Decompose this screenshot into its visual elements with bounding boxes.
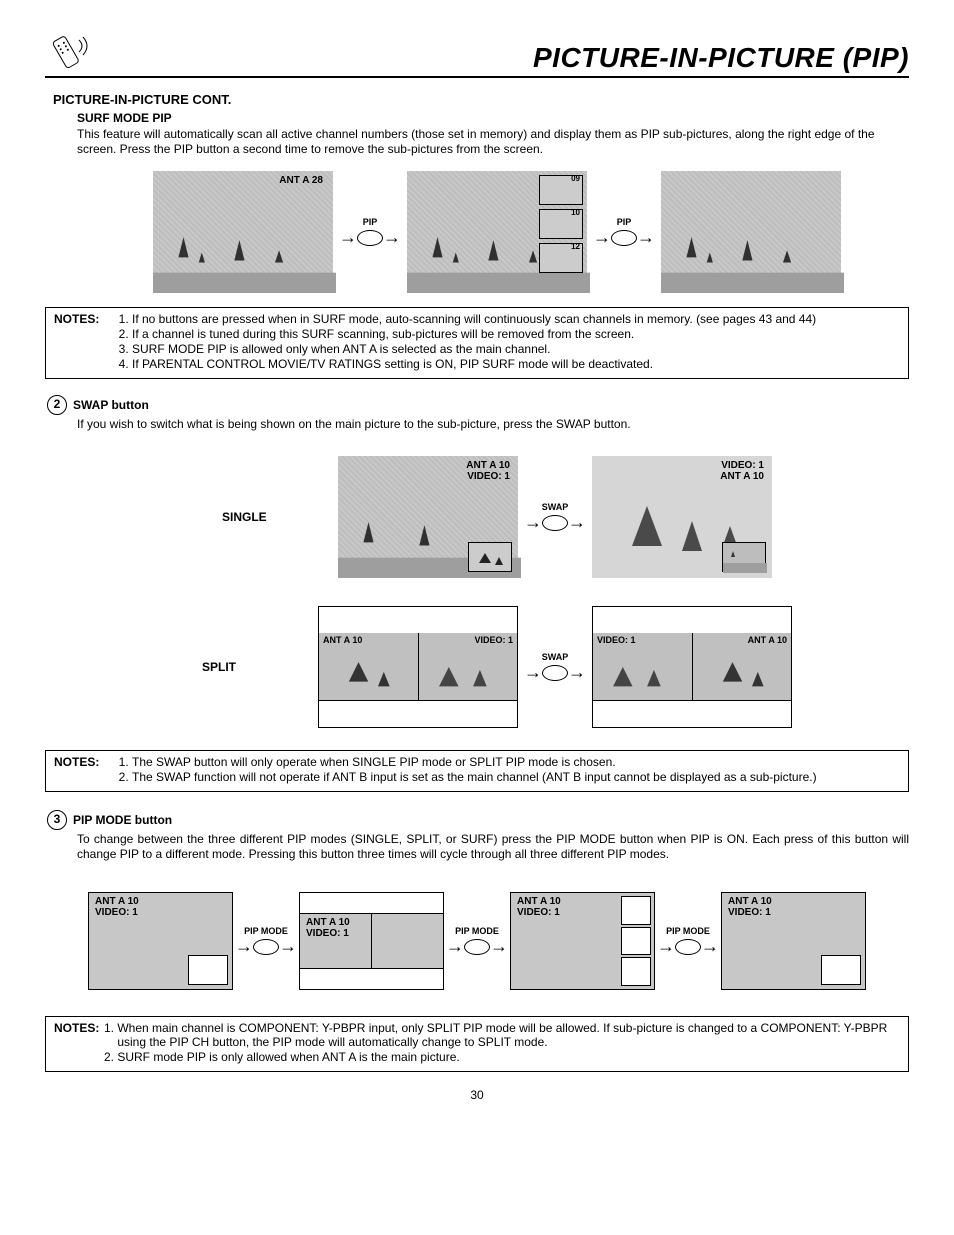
notes-box-2: NOTES: The SWAP button will only operate… xyxy=(45,750,909,792)
notes1-item: If PARENTAL CONTROL MOVIE/TV RATINGS set… xyxy=(132,357,816,371)
notes2-item: The SWAP function will not operate if AN… xyxy=(132,770,817,784)
swap-split-row: SPLIT ANT A 10 VIDEO: 1 SWAP →→ xyxy=(45,606,909,728)
swap-btn-label-2: SWAP xyxy=(524,652,586,662)
pipmode-body: To change between the three different PI… xyxy=(77,832,909,862)
surf-figure-row: ANT A 28 PIP →→ 09 10 12 PIP →→ xyxy=(105,171,889,293)
notes2-label: NOTES: xyxy=(54,755,114,785)
swap-title: SWAP button xyxy=(73,398,149,412)
pipmode-title: PIP MODE button xyxy=(73,813,172,827)
surf-tv-2: 09 10 12 xyxy=(407,171,587,293)
swap-btn-label-1: SWAP xyxy=(524,502,586,512)
surf-mode-body: This feature will automatically scan all… xyxy=(77,127,909,157)
step-number-2: 2 xyxy=(47,395,67,415)
notes1-item: If no buttons are pressed when in SURF m… xyxy=(132,312,816,326)
pipmode-frame-surf: ANT A 10VIDEO: 1 xyxy=(510,892,655,990)
pip-btn-label-2: PIP xyxy=(593,217,655,227)
notes1-label: NOTES: xyxy=(54,312,114,372)
page-title: PICTURE-IN-PICTURE (PIP) xyxy=(533,42,909,74)
pipmode-frame-split: ANT A 10VIDEO: 1 xyxy=(299,892,444,990)
notes3-item: When main channel is COMPONENT: Y-PBPR i… xyxy=(117,1021,900,1049)
surf-tv-3 xyxy=(661,171,841,293)
header: PICTURE-IN-PICTURE (PIP) xyxy=(45,30,909,78)
swap-split-b: VIDEO: 1 ANT A 10 xyxy=(592,606,792,728)
pipmode-frame-single-2: ANT A 10VIDEO: 1 xyxy=(721,892,866,990)
pip-btn-label-1: PIP xyxy=(339,217,401,227)
swap-single-tv-a: ANT A 10 VIDEO: 1 xyxy=(338,456,518,578)
surf-tv-1: ANT A 28 xyxy=(153,171,333,293)
notes3-item: SURF mode PIP is only allowed when ANT A… xyxy=(117,1050,900,1064)
pipmode-step-heading: 3 PIP MODE button xyxy=(45,810,909,830)
section-cont-heading: PICTURE-IN-PICTURE CONT. xyxy=(53,92,909,107)
surf-tv1-label: ANT A 28 xyxy=(279,175,323,186)
remote-control-icon xyxy=(45,30,91,74)
notes1-item: SURF MODE PIP is allowed only when ANT A… xyxy=(132,342,816,356)
swap-body: If you wish to switch what is being show… xyxy=(77,417,909,432)
notes-box-1: NOTES: If no buttons are pressed when in… xyxy=(45,307,909,379)
surf-mode-heading: SURF MODE PIP xyxy=(77,111,909,125)
pipmode-btn-3: PIP MODE xyxy=(657,926,719,936)
notes1-item: If a channel is tuned during this SURF s… xyxy=(132,327,816,341)
swap-single-row: SINGLE ANT A 10 VIDEO: 1 SWAP →→ VIDEO: … xyxy=(45,456,909,578)
page-number: 30 xyxy=(45,1088,909,1102)
split-mode-label: SPLIT xyxy=(202,660,312,674)
notes-box-3: NOTES: When main channel is COMPONENT: Y… xyxy=(45,1016,909,1072)
swap-single-tv-b: VIDEO: 1 ANT A 10 xyxy=(592,456,772,578)
swap-step-heading: 2 SWAP button xyxy=(45,395,909,415)
pipmode-figure-row: ANT A 10VIDEO: 1 PIP MODE →→ ANT A 10VID… xyxy=(45,892,909,990)
single-mode-label: SINGLE xyxy=(222,510,332,524)
pipmode-btn-1: PIP MODE xyxy=(235,926,297,936)
pipmode-btn-2: PIP MODE xyxy=(446,926,508,936)
swap-split-a: ANT A 10 VIDEO: 1 xyxy=(318,606,518,728)
step-number-3: 3 xyxy=(47,810,67,830)
pipmode-frame-single: ANT A 10VIDEO: 1 xyxy=(88,892,233,990)
notes2-item: The SWAP button will only operate when S… xyxy=(132,755,817,769)
notes3-label: NOTES: xyxy=(54,1021,99,1065)
